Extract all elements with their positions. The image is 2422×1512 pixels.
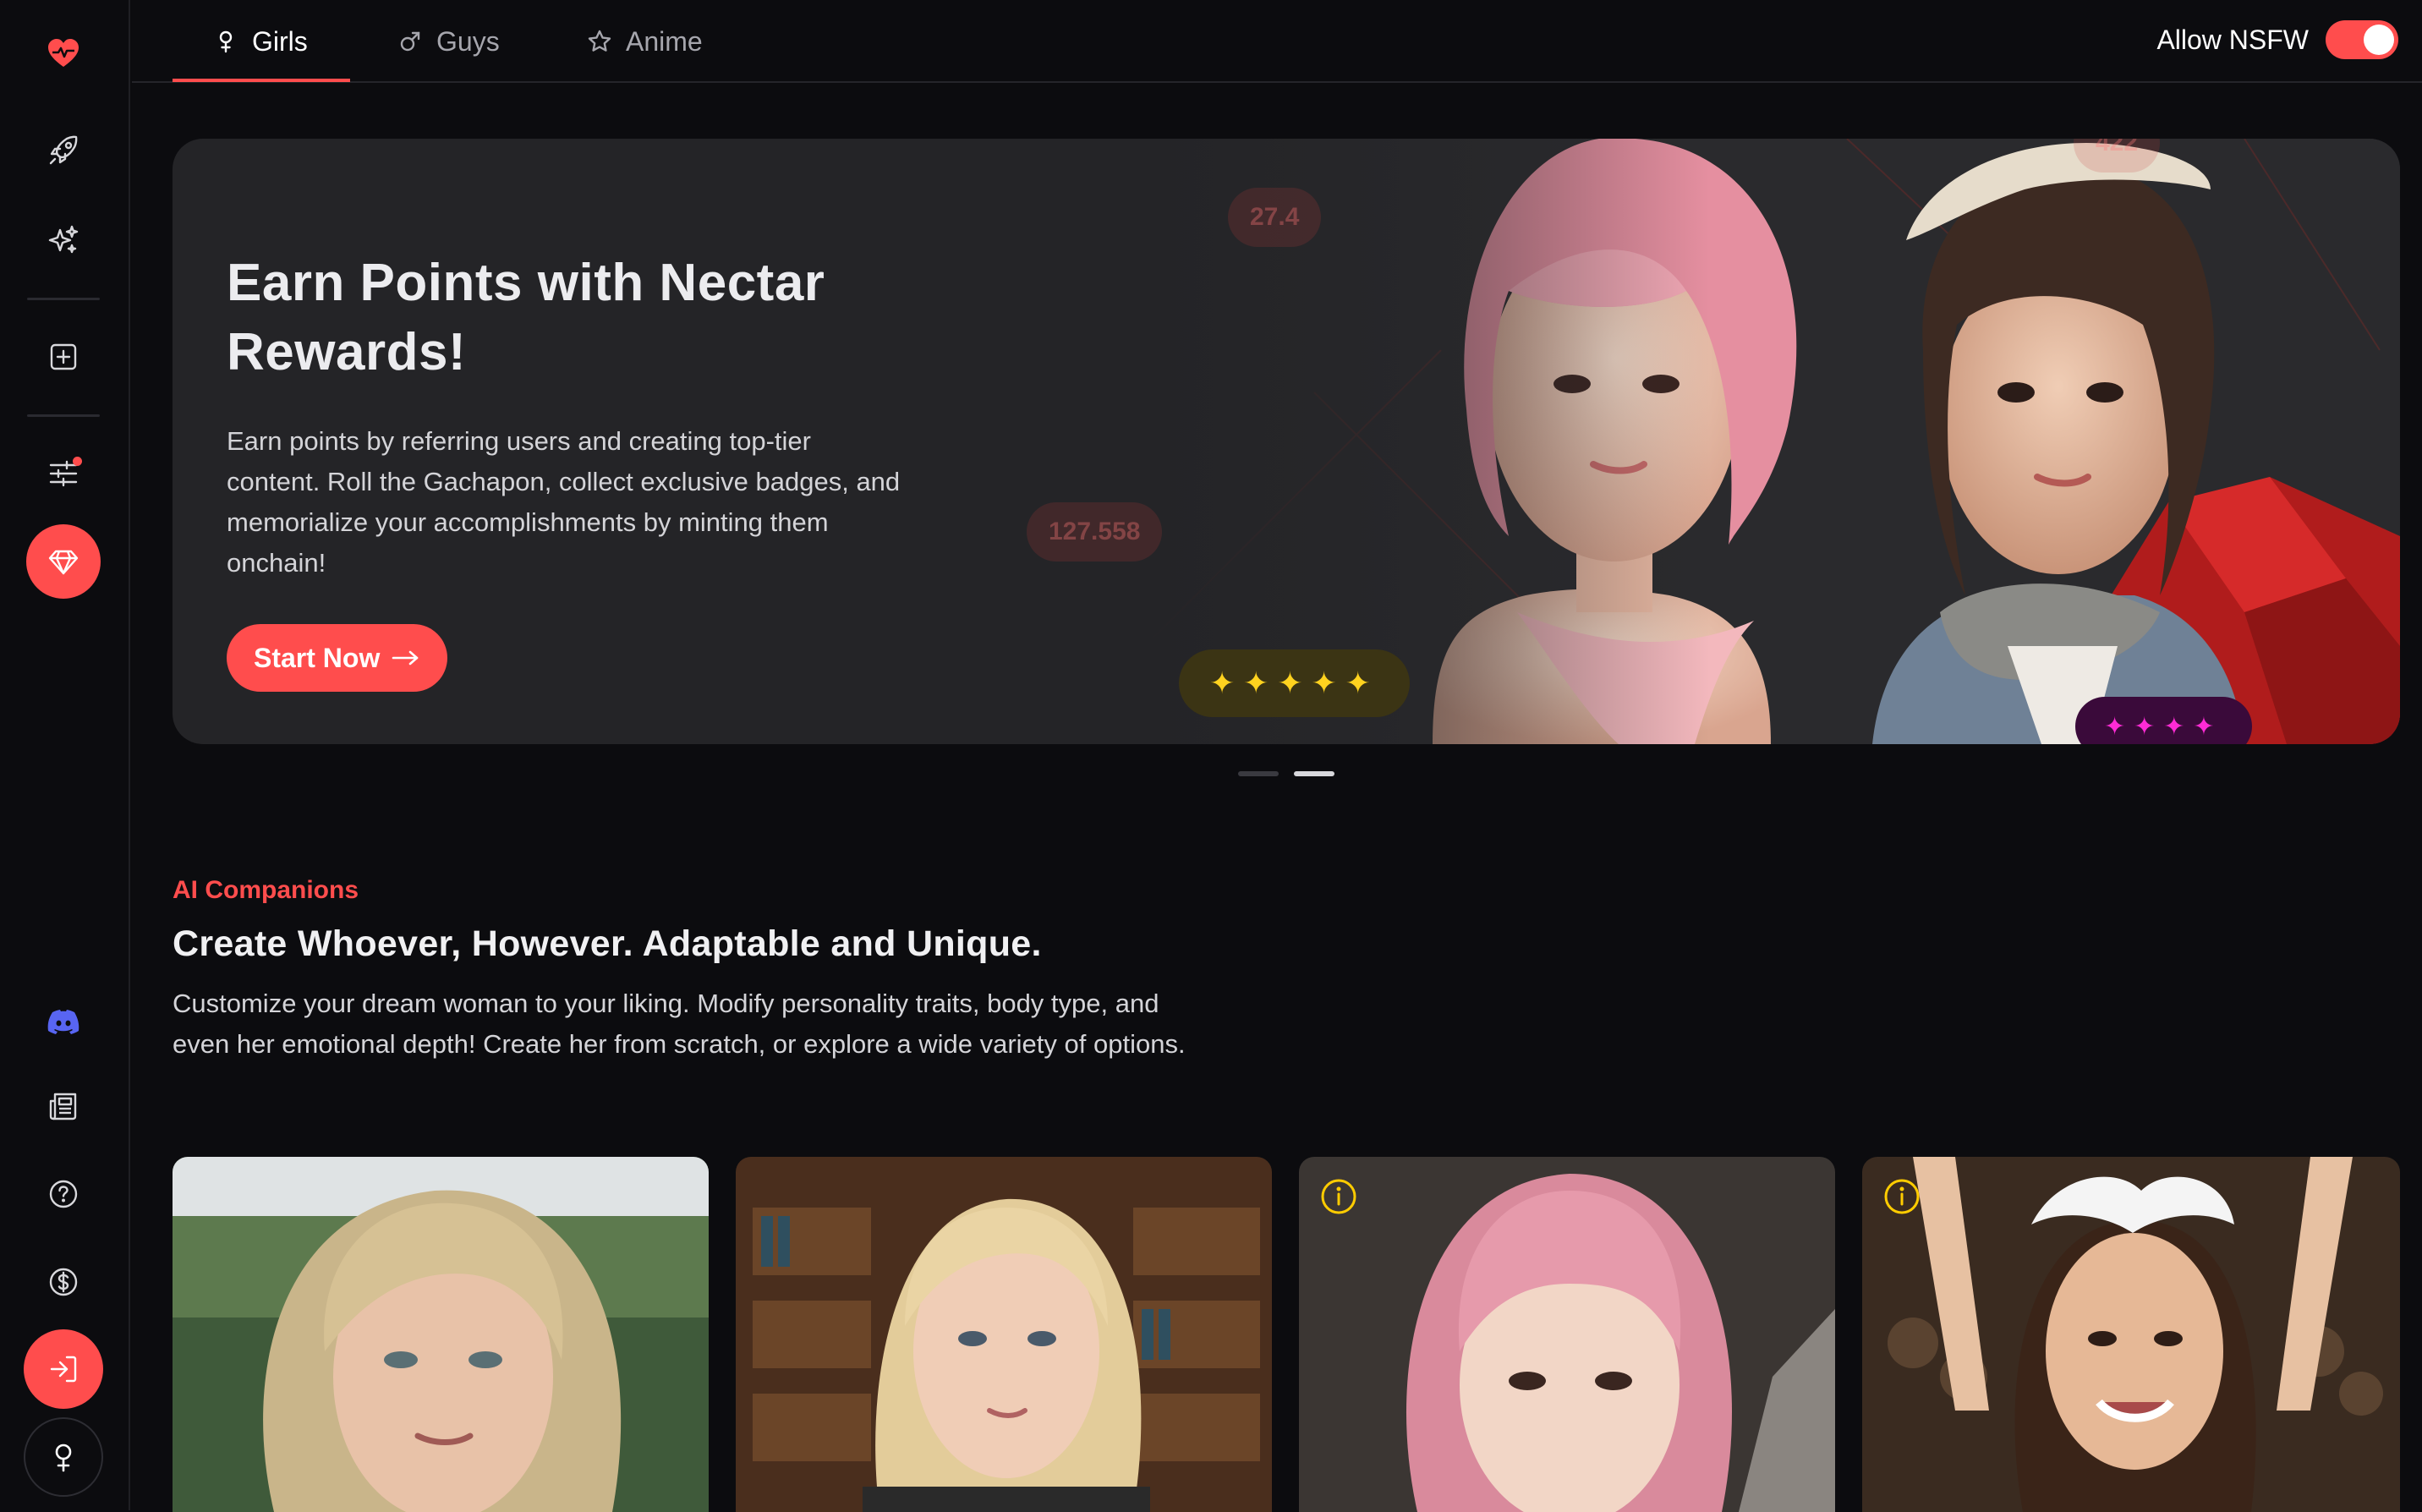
score-badge: 27.4 bbox=[1228, 188, 1322, 247]
companion-image bbox=[173, 1157, 709, 1512]
nsfw-label: Allow NSFW bbox=[2156, 24, 2309, 55]
tab-label: Anime bbox=[626, 25, 703, 57]
companion-card[interactable] bbox=[173, 1157, 709, 1512]
score-badge: 127.558 bbox=[1027, 502, 1163, 562]
companion-card[interactable] bbox=[1862, 1157, 2400, 1512]
companion-image bbox=[1862, 1157, 2400, 1512]
sidebar-item-help[interactable] bbox=[28, 1159, 99, 1230]
newspaper-icon bbox=[49, 1093, 77, 1120]
section-description: Customize your dream woman to your likin… bbox=[173, 989, 1186, 1059]
star-icon bbox=[588, 30, 611, 52]
sidebar-item-create[interactable] bbox=[28, 321, 99, 392]
carousel-dot[interactable] bbox=[1238, 771, 1279, 776]
female-icon bbox=[55, 1444, 72, 1472]
tab-label: Guys bbox=[436, 25, 500, 57]
companion-card[interactable] bbox=[736, 1157, 1272, 1512]
login-icon bbox=[50, 1356, 77, 1383]
nsfw-toggle-group: Allow NSFW bbox=[2156, 20, 2398, 59]
carousel-dot-active[interactable] bbox=[1294, 771, 1334, 776]
companion-image bbox=[736, 1157, 1272, 1512]
plus-square-icon bbox=[50, 343, 77, 370]
sidebar-item-generate[interactable] bbox=[28, 205, 99, 276]
banner-text: Earn Points with Nectar Rewards! Earn po… bbox=[227, 249, 903, 583]
female-icon bbox=[219, 30, 233, 53]
tab-anime[interactable]: Anime bbox=[587, 0, 703, 83]
gem-icon bbox=[48, 550, 79, 575]
sidebar-item-settings[interactable] bbox=[28, 438, 99, 509]
sidebar-item-gender[interactable] bbox=[24, 1417, 103, 1497]
start-now-label: Start Now bbox=[254, 642, 381, 673]
info-icon[interactable] bbox=[1319, 1177, 1358, 1216]
rocket-icon bbox=[49, 135, 78, 165]
male-icon bbox=[400, 31, 420, 52]
banner-description: Earn points by referring users and creat… bbox=[227, 426, 901, 578]
toggle-knob bbox=[2364, 25, 2394, 55]
stars-badge-secondary: ✦✦✦✦ bbox=[2075, 697, 2252, 744]
tab-girls[interactable]: Girls bbox=[213, 0, 308, 83]
sidebar-item-rewards[interactable] bbox=[26, 524, 101, 599]
active-tab-indicator bbox=[173, 79, 350, 82]
arrow-right-icon bbox=[392, 650, 419, 666]
sidebar-item-news[interactable] bbox=[28, 1071, 99, 1142]
dollar-circle-icon bbox=[49, 1268, 78, 1296]
stars-badge: ✦✦✦✦✦ bbox=[1179, 649, 1410, 717]
promo-banner: 27.4 127.558 422 ✦✦✦✦✦ ✦✦✦✦ Earn Points … bbox=[173, 139, 2400, 744]
sidebar-item-login[interactable] bbox=[24, 1329, 103, 1409]
companion-image bbox=[1299, 1157, 1835, 1512]
sidebar-divider bbox=[27, 414, 100, 417]
top-bar: Girls Guys Anime Allow NSFW bbox=[132, 0, 2422, 83]
discord-icon bbox=[47, 1010, 79, 1034]
heart-pulse-icon bbox=[48, 39, 79, 67]
sparkles-icon bbox=[48, 225, 79, 254]
companions-section: AI Companions Create Whoever, However. A… bbox=[173, 876, 1356, 1065]
tab-guys[interactable]: Guys bbox=[397, 0, 500, 83]
notification-dot bbox=[73, 457, 82, 466]
companion-card[interactable] bbox=[1299, 1157, 1835, 1512]
section-eyebrow: AI Companions bbox=[173, 876, 359, 904]
tab-label: Girls bbox=[252, 25, 308, 57]
sidebar-item-explore[interactable] bbox=[28, 115, 99, 186]
sidebar-item-discord[interactable] bbox=[28, 986, 99, 1057]
nsfw-toggle[interactable] bbox=[2326, 20, 2398, 59]
start-now-button[interactable]: Start Now bbox=[227, 624, 448, 692]
sidebar-item-pricing[interactable] bbox=[28, 1246, 99, 1318]
sidebar bbox=[0, 0, 130, 1510]
sidebar-divider bbox=[27, 298, 100, 300]
section-title: Create Whoever, However. Adaptable and U… bbox=[173, 923, 1042, 964]
sidebar-item-home[interactable] bbox=[28, 19, 99, 90]
carousel-indicator bbox=[1238, 771, 1334, 776]
banner-title: Earn Points with Nectar Rewards! bbox=[227, 254, 825, 381]
help-circle-icon bbox=[49, 1180, 78, 1208]
info-icon[interactable] bbox=[1882, 1177, 1921, 1216]
